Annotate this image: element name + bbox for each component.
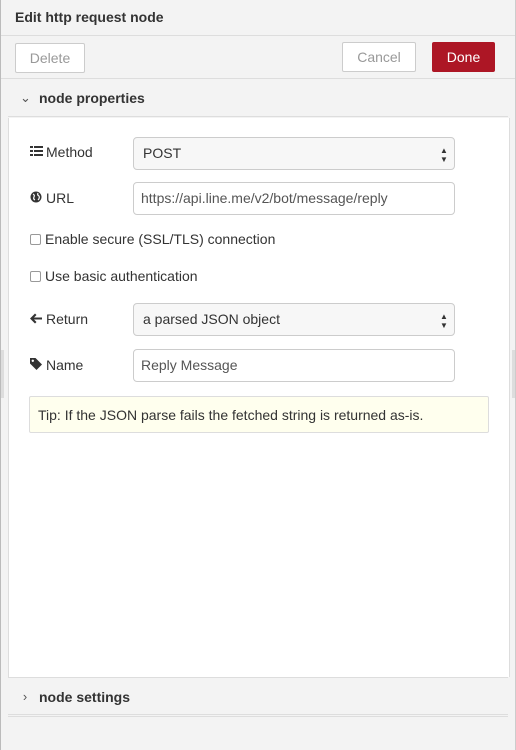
select-caret-icon: ▲ ▼ [440,312,448,330]
tray-title: Edit http request node [1,0,515,36]
basic-auth-checkbox[interactable] [30,271,41,282]
tip-box: Tip: If the JSON parse fails the fetched… [29,396,489,433]
node-properties-panel: Method POST ▲ ▼ URL https://api.line.me/v… [8,118,510,677]
return-select[interactable]: a parsed JSON object ▲ ▼ [133,303,455,336]
url-label-text: URL [46,190,75,206]
section-title: node settings [39,689,131,705]
return-select-value: a parsed JSON object [143,311,280,327]
method-select-value: POST [143,145,182,161]
arrow-left-icon [29,310,43,330]
method-label-text: Method [46,144,93,160]
name-label: Name [29,355,83,375]
chevron-down-icon: ⌄ [20,90,31,105]
basic-auth-checkbox-row[interactable]: Use basic authentication [30,266,198,286]
method-select[interactable]: POST ▲ ▼ [133,137,455,170]
name-label-text: Name [46,357,84,373]
method-label: Method [29,142,93,162]
chevron-right-icon: › [22,689,28,704]
list-icon [29,143,43,163]
section-node-properties-header[interactable]: ⌄ node properties [8,79,508,117]
url-input[interactable]: https://api.line.me/v2/bot/message/reply [133,182,455,215]
section-node-settings-header[interactable]: › node settings [8,677,508,715]
edit-node-tray: Edit http request node Delete Cancel Don… [0,0,516,750]
resize-handle-right[interactable] [512,350,515,398]
tls-checkbox[interactable] [30,234,41,245]
return-label-text: Return [46,311,89,327]
delete-button[interactable]: Delete [15,43,85,73]
tag-icon [29,356,43,376]
tls-checkbox-row[interactable]: Enable secure (SSL/TLS) connection [30,229,275,249]
globe-icon [29,189,43,209]
select-caret-icon: ▲ ▼ [440,146,448,164]
basic-auth-checkbox-label: Use basic authentication [45,268,198,284]
done-button[interactable]: Done [432,42,495,72]
tls-checkbox-label: Enable secure (SSL/TLS) connection [45,231,276,247]
url-label: URL [29,188,74,208]
resize-handle-left[interactable] [1,350,4,398]
section-title: node properties [39,90,145,106]
tray-footer [8,716,508,750]
tray-toolbar: Delete Cancel Done [1,36,515,79]
return-label: Return [29,309,88,329]
cancel-button[interactable]: Cancel [342,42,416,72]
name-input[interactable]: Reply Message [133,349,455,382]
